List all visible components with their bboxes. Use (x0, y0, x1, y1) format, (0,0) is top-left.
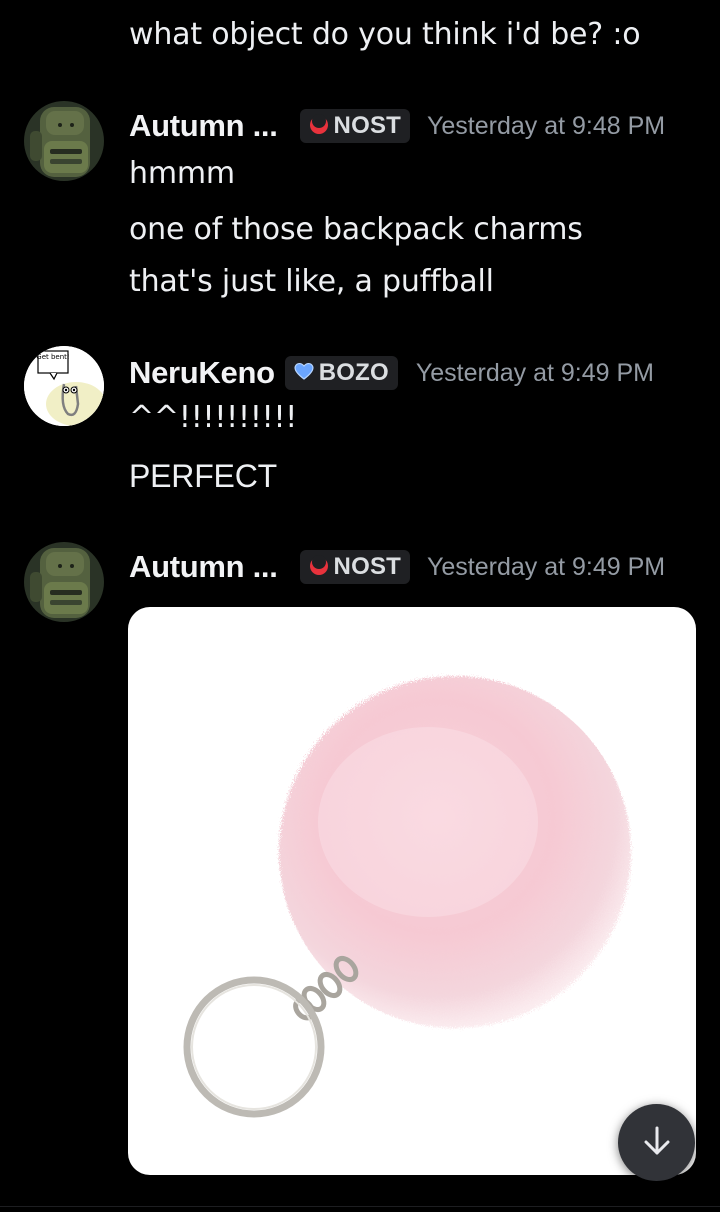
avatar[interactable] (24, 542, 104, 622)
username[interactable]: Autumn ... (129, 549, 278, 585)
message-text: what object do you think i'd be? :o (129, 17, 641, 52)
username[interactable]: Autumn ... (129, 108, 278, 144)
server-tag[interactable]: BOZO (284, 356, 398, 390)
arrow-down-icon (640, 1124, 674, 1162)
red-crescent-icon (308, 554, 330, 580)
timestamp: Yesterday at 9:49 PM (427, 552, 666, 581)
server-tag[interactable]: NOST (299, 109, 411, 143)
image-attachment[interactable] (128, 607, 696, 1175)
tag-label: NOST (333, 112, 402, 139)
message-text: hmmm (129, 156, 235, 191)
message-text: ^^!!!!!!!!!! (129, 400, 298, 435)
scroll-to-bottom-button[interactable] (618, 1104, 695, 1181)
red-crescent-icon (308, 113, 330, 139)
message-header: NeruKeno BOZO Yesterday at 9:49 PM (129, 352, 654, 394)
username[interactable]: NeruKeno (129, 355, 275, 391)
divider (0, 1206, 720, 1207)
timestamp: Yesterday at 9:49 PM (415, 358, 654, 387)
server-tag[interactable]: NOST (299, 550, 411, 584)
avatar[interactable] (24, 101, 104, 181)
timestamp: Yesterday at 9:48 PM (427, 111, 666, 140)
avatar[interactable]: Get bent! (24, 346, 104, 426)
message-text: PERFECT (129, 458, 277, 494)
message-header: Autumn ... NOST Yesterday at 9:49 PM (129, 546, 665, 588)
avatar-caption: Get bent! (36, 353, 69, 361)
key-ring (183, 976, 325, 1118)
blue-heart-icon (293, 361, 315, 385)
message-header: Autumn ... NOST Yesterday at 9:48 PM (129, 105, 665, 147)
tag-label: NOST (333, 553, 402, 580)
tag-label: BOZO (318, 359, 389, 386)
message-text: that's just like, a puffball (129, 264, 494, 299)
message-text: one of those backpack charms (129, 212, 583, 247)
